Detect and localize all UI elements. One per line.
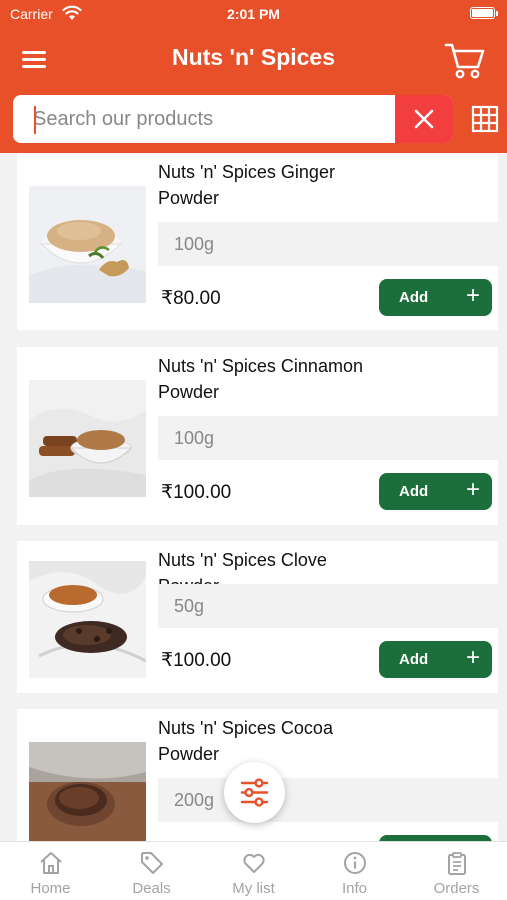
add-to-cart-button[interactable]: Add + — [379, 473, 492, 510]
info-icon — [344, 852, 366, 874]
product-image-cinnamon[interactable] — [29, 380, 146, 497]
status-time: 2:01 PM — [227, 6, 280, 22]
product-name[interactable]: Nuts 'n' Spices Cinnamon Powder — [158, 353, 378, 405]
bottom-navigation: Home Deals My list Info Orders — [0, 841, 507, 900]
clipboard-icon — [448, 852, 466, 875]
add-button-label: Add — [399, 651, 429, 668]
home-icon — [40, 852, 62, 874]
nav-orders[interactable]: Orders — [406, 842, 507, 900]
product-image-ginger[interactable] — [29, 186, 146, 303]
product-image-clove[interactable] — [29, 561, 146, 678]
variant-selector[interactable]: 100g — [158, 416, 498, 460]
product-price: ₹100.00 — [161, 482, 232, 503]
nav-home[interactable]: Home — [0, 842, 101, 900]
app-title: Nuts 'n' Spices — [171, 44, 336, 70]
cart-icon[interactable] — [444, 40, 486, 80]
clear-search-button[interactable] — [395, 95, 453, 143]
product-card[interactable]: Nuts 'n' Spices Clove Powder 50g ₹100.00… — [17, 541, 498, 693]
variant-selector[interactable]: 50g — [158, 584, 498, 628]
filter-button[interactable] — [224, 762, 285, 823]
variant-selector[interactable]: 100g — [158, 222, 498, 266]
search-bar — [13, 95, 453, 143]
status-bar: Carrier 2:01 PM — [0, 0, 507, 28]
search-input[interactable] — [33, 95, 393, 143]
variant-selector[interactable]: 200g — [158, 778, 498, 822]
nav-my-list[interactable]: My list — [203, 842, 304, 900]
close-icon — [414, 109, 434, 129]
add-button-label: Add — [399, 483, 429, 500]
text-caret — [34, 106, 36, 134]
plus-icon: + — [465, 644, 480, 671]
product-card[interactable]: Nuts 'n' Spices Ginger Powder 100g ₹80.0… — [17, 153, 498, 330]
tag-icon — [141, 852, 163, 874]
product-card[interactable]: Nuts 'n' Spices Cinnamon Powder 100g ₹10… — [17, 347, 498, 525]
product-name[interactable]: Nuts 'n' Spices Ginger Powder — [158, 159, 378, 211]
product-list[interactable]: Nuts 'n' Spices Ginger Powder 100g ₹80.0… — [0, 153, 507, 841]
add-to-cart-button[interactable]: Add + — [379, 641, 492, 678]
product-price: ₹100.00 — [161, 650, 232, 671]
heart-icon — [243, 853, 265, 873]
nav-orders-label: Orders — [433, 880, 480, 897]
grid-view-icon[interactable] — [471, 105, 499, 133]
add-to-cart-button[interactable]: Add + — [379, 279, 492, 316]
sliders-icon — [240, 778, 269, 807]
product-image-cocoa[interactable] — [29, 742, 146, 841]
nav-deals-label: Deals — [132, 880, 171, 897]
add-button-label: Add — [399, 289, 429, 306]
nav-info-label: Info — [341, 880, 368, 897]
product-name[interactable]: Nuts 'n' Spices Cocoa Powder — [158, 715, 378, 767]
product-price: ₹80.00 — [161, 288, 221, 309]
nav-deals[interactable]: Deals — [101, 842, 202, 900]
battery-icon — [470, 7, 495, 19]
nav-info[interactable]: Info — [304, 842, 405, 900]
plus-icon: + — [465, 476, 480, 503]
nav-home-label: Home — [30, 880, 71, 897]
app-header: Carrier 2:01 PM Nuts 'n' Spices — [0, 0, 507, 153]
plus-icon: + — [465, 282, 480, 309]
battery-nub — [496, 11, 498, 16]
nav-my-list-label: My list — [232, 880, 275, 897]
